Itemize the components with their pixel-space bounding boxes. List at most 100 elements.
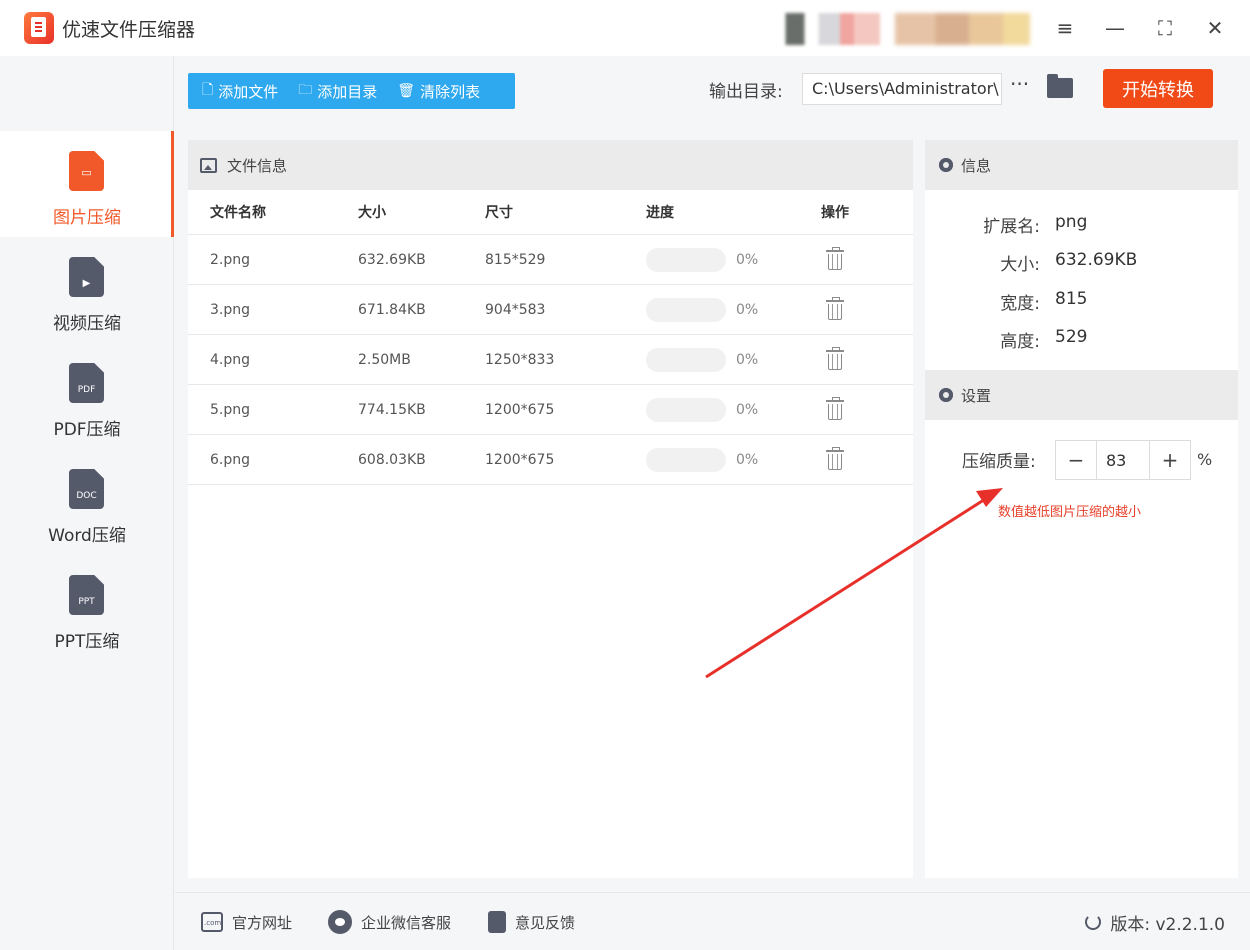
minimize-button[interactable]: — [1097, 10, 1133, 46]
add-file-button[interactable]: 🗋 添加文件 [188, 73, 284, 109]
trash-icon[interactable] [826, 396, 844, 420]
sidebar-item-label: PDF压缩 [53, 420, 121, 440]
file-name: 2.png [210, 251, 251, 268]
clear-list-button[interactable]: 🗑 清除列表 [383, 73, 486, 109]
file-panel-header: 文件信息 [188, 140, 913, 190]
column-header: 尺寸 [485, 205, 513, 221]
website-icon [201, 912, 223, 932]
progress-text: 0% [736, 401, 759, 418]
doc-file-icon: DOC [69, 469, 104, 509]
sidebar-item-video[interactable]: ▶ 视频压缩 [0, 237, 174, 343]
trash-icon[interactable] [826, 296, 844, 320]
file-name: 4.png [210, 351, 251, 368]
file-size: 671.84KB [358, 301, 426, 318]
wechat-icon [328, 910, 352, 934]
trash-icon[interactable] [826, 346, 844, 370]
blurred-avatar [762, 13, 880, 45]
video-file-icon: ▶ [69, 257, 104, 297]
maximize-button[interactable]: ⛶ [1147, 10, 1183, 46]
column-header: 文件名称 [210, 205, 266, 221]
file-name: 3.png [210, 301, 251, 318]
file-size: 632.69KB [358, 251, 426, 268]
progress-cell: 0% [646, 385, 758, 434]
app-logo-icon [24, 12, 54, 44]
start-convert-button[interactable]: 开始转换 [1103, 69, 1213, 108]
info-extension: 扩展名: png [983, 212, 1088, 237]
add-directory-button[interactable]: 🗀 添加目录 [284, 73, 383, 109]
progress-text: 0% [736, 351, 759, 368]
footer: 官方网址 企业微信客服 意见反馈 版本: v2.2.1.0 [175, 892, 1250, 950]
output-dir-label: 输出目录: [709, 82, 783, 102]
info-panel: 信息 扩展名: png 大小: 632.69KB 宽度: 815 高度: 529… [925, 140, 1238, 878]
website-link[interactable]: 官方网址 [201, 893, 292, 950]
open-folder-icon[interactable] [1047, 74, 1073, 98]
table-row[interactable]: 6.png 608.03KB 1200*675 0% [188, 435, 913, 485]
sidebar-item-ppt[interactable]: PPT PPT压缩 [0, 555, 174, 661]
quality-stepper: − 83 + [1055, 440, 1191, 480]
delete-cell [821, 435, 844, 484]
quality-label: 压缩质量: [962, 452, 1036, 472]
progress-bar [646, 297, 726, 322]
close-button[interactable]: ✕ [1197, 10, 1233, 46]
table-row[interactable]: 3.png 671.84KB 904*583 0% [188, 285, 913, 335]
file-icon: 🗋 [202, 82, 214, 98]
column-header: 大小 [358, 205, 386, 221]
progress-cell: 0% [646, 335, 758, 384]
app-title: 优速文件压缩器 [62, 19, 196, 41]
file-dims: 1200*675 [485, 451, 555, 468]
column-header: 进度 [646, 205, 674, 221]
folder-outline-icon: 🗀 [298, 82, 313, 98]
pdf-file-icon: PDF [69, 363, 104, 403]
info-height: 高度: 529 [1000, 327, 1088, 352]
file-name: 6.png [210, 451, 251, 468]
wechat-support-link[interactable]: 企业微信客服 [328, 893, 451, 950]
info-width: 宽度: 815 [1000, 289, 1088, 314]
info-header: 信息 [925, 140, 1238, 190]
decrement-button[interactable]: − [1056, 441, 1096, 479]
info-size: 大小: 632.69KB [1000, 250, 1138, 275]
sidebar: ▭ 图片压缩 ▶ 视频压缩 PDF PDF压缩 DOC Word压缩 PPT P… [0, 56, 174, 950]
sidebar-item-label: PPT压缩 [54, 632, 120, 652]
table-row[interactable]: 2.png 632.69KB 815*529 0% [188, 235, 913, 285]
browse-more-button[interactable]: ··· [1010, 72, 1029, 96]
progress-text: 0% [736, 301, 759, 318]
progress-bar [646, 347, 726, 372]
trash-icon[interactable] [826, 446, 844, 470]
progress-bar [646, 397, 726, 422]
feedback-icon [488, 911, 506, 933]
delete-cell [821, 235, 844, 284]
progress-text: 0% [736, 451, 759, 468]
table-row[interactable]: 4.png 2.50MB 1250*833 0% [188, 335, 913, 385]
file-name: 5.png [210, 401, 251, 418]
delete-cell [821, 385, 844, 434]
progress-text: 0% [736, 251, 759, 268]
increment-button[interactable]: + [1150, 441, 1190, 479]
percent-sign: % [1197, 450, 1213, 469]
delete-cell [821, 285, 844, 334]
progress-cell: 0% [646, 235, 758, 284]
file-size: 2.50MB [358, 351, 411, 368]
trash-icon[interactable] [826, 246, 844, 270]
sidebar-item-label: 图片压缩 [53, 208, 121, 228]
progress-cell: 0% [646, 285, 758, 334]
menu-icon[interactable]: ≡ [1047, 10, 1083, 46]
sidebar-item-image[interactable]: ▭ 图片压缩 [0, 131, 174, 237]
table-row[interactable]: 5.png 774.15KB 1200*675 0% [188, 385, 913, 435]
feedback-link[interactable]: 意见反馈 [488, 893, 575, 950]
file-size: 774.15KB [358, 401, 426, 418]
title-bar: 优速文件压缩器 ≡ — ⛶ ✕ [0, 0, 1250, 56]
sidebar-item-word[interactable]: DOC Word压缩 [0, 449, 174, 555]
sidebar-item-pdf[interactable]: PDF PDF压缩 [0, 343, 174, 449]
progress-bar [646, 447, 726, 472]
trash-icon: 🗑 [397, 83, 416, 99]
settings-header: 设置 [925, 370, 1238, 420]
ppt-file-icon: PPT [69, 575, 104, 615]
gear-icon [936, 385, 956, 405]
sidebar-item-label: Word压缩 [48, 526, 126, 546]
column-header: 操作 [821, 205, 849, 221]
version-info[interactable]: 版本: v2.2.1.0 [1085, 893, 1225, 950]
quality-input[interactable]: 83 [1096, 441, 1150, 479]
sidebar-item-label: 视频压缩 [53, 314, 121, 334]
file-dims: 1250*833 [485, 351, 555, 368]
output-dir-input[interactable]: C:\Users\Administrator\ [802, 73, 1002, 105]
